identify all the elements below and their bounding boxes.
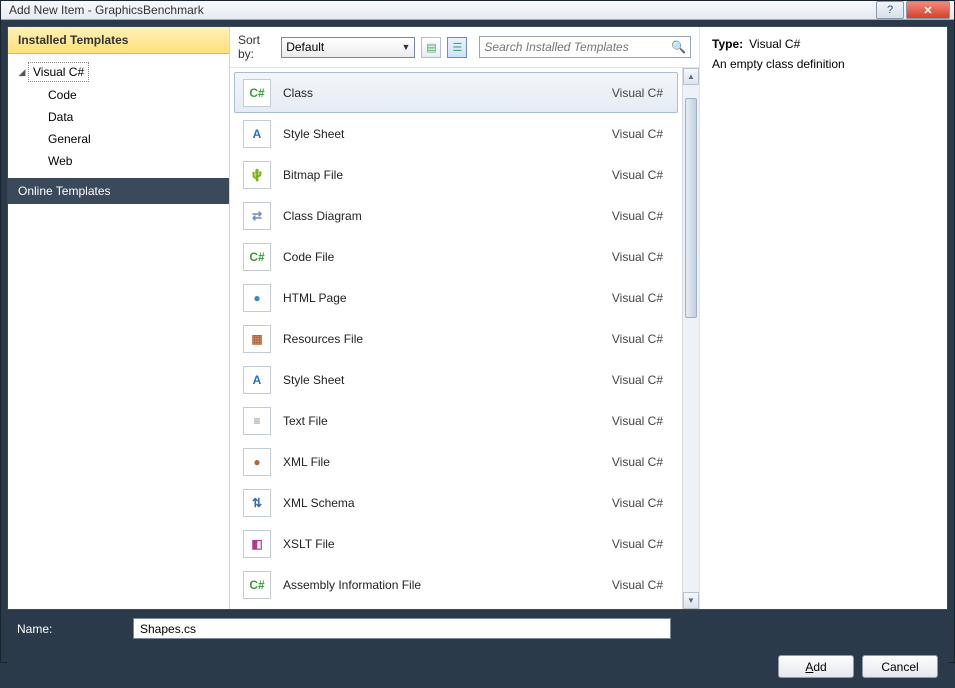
template-language: Visual C# <box>612 455 669 469</box>
template-name: Resources File <box>283 332 612 346</box>
template-name: Code File <box>283 250 612 264</box>
template-language: Visual C# <box>612 537 669 551</box>
template-name: Text File <box>283 414 612 428</box>
template-name: Assembly Information File <box>283 578 612 592</box>
scroll-down-button[interactable]: ▼ <box>683 592 699 609</box>
name-label: Name: <box>17 622 113 636</box>
installed-templates-header: Installed Templates <box>8 27 229 54</box>
window-title: Add New Item - GraphicsBenchmark <box>5 3 874 17</box>
template-language: Visual C# <box>612 86 669 100</box>
online-templates[interactable]: Online Templates <box>8 178 229 204</box>
template-icon: A <box>243 366 271 394</box>
center-panel: Sort by: Default ▼ ▤ ☰ 🔍 C#ClassVisual C… <box>230 27 699 609</box>
template-item[interactable]: C# Assembly Information FileVisual C# <box>234 564 678 605</box>
name-input[interactable] <box>133 618 671 639</box>
template-name: HTML Page <box>283 291 612 305</box>
list-wrap: C#ClassVisual C#AStyle SheetVisual C#🌵Bi… <box>230 68 699 609</box>
template-item[interactable]: 🌵 Bitmap FileVisual C# <box>234 154 678 195</box>
template-name: XSLT File <box>283 537 612 551</box>
help-button[interactable]: ? <box>876 1 904 19</box>
template-item[interactable]: ⇅ XML SchemaVisual C# <box>234 482 678 523</box>
template-item[interactable]: C# Code FileVisual C# <box>234 236 678 277</box>
details-type-value: Visual C# <box>749 37 800 51</box>
details-description: An empty class definition <box>712 57 935 71</box>
close-button[interactable]: ✕ <box>906 1 950 19</box>
medium-icons-button[interactable]: ☰ <box>447 37 467 58</box>
template-name: Style Sheet <box>283 373 612 387</box>
sort-by-label: Sort by: <box>238 33 275 61</box>
template-icon: ▦ <box>243 325 271 353</box>
sidebar: Installed Templates ◢ Visual C# Code Dat… <box>8 27 230 609</box>
name-row: Name: <box>7 610 948 647</box>
template-language: Visual C# <box>612 291 669 305</box>
tree-children: Code Data General Web <box>16 84 229 172</box>
expander-icon[interactable]: ◢ <box>16 67 28 78</box>
cancel-button[interactable]: Cancel <box>862 655 938 678</box>
template-item[interactable]: ● XML FileVisual C# <box>234 441 678 482</box>
tree-node-general[interactable]: General <box>44 128 229 150</box>
tree-node-web[interactable]: Web <box>44 150 229 172</box>
details-type-row: Type: Visual C# <box>712 37 935 51</box>
template-icon: ● <box>243 448 271 476</box>
details-type-label: Type: <box>712 37 743 51</box>
search-input[interactable] <box>484 40 671 54</box>
template-icon: C# <box>243 571 271 599</box>
template-name: Style Sheet <box>283 127 612 141</box>
template-icon: ≡ <box>243 407 271 435</box>
template-icon: 🌵 <box>243 161 271 189</box>
tree-node-code[interactable]: Code <box>44 84 229 106</box>
toolbar: Sort by: Default ▼ ▤ ☰ 🔍 <box>230 27 699 68</box>
scroll-thumb[interactable] <box>685 98 697 318</box>
template-icon: ⇅ <box>243 489 271 517</box>
tree-node-data[interactable]: Data <box>44 106 229 128</box>
template-language: Visual C# <box>612 250 669 264</box>
sort-value: Default <box>286 40 324 54</box>
template-language: Visual C# <box>612 332 669 346</box>
scroll-up-button[interactable]: ▲ <box>683 68 699 85</box>
add-button[interactable]: Add <box>778 655 854 678</box>
small-icons-button[interactable]: ▤ <box>421 37 441 58</box>
template-icon: ⇄ <box>243 202 271 230</box>
template-language: Visual C# <box>612 127 669 141</box>
template-tree: ◢ Visual C# Code Data General Web <box>8 54 229 178</box>
template-icon: ◧ <box>243 530 271 558</box>
template-item[interactable]: ⇄ Class DiagramVisual C# <box>234 195 678 236</box>
search-icon[interactable]: 🔍 <box>671 40 686 54</box>
template-name: Class <box>283 86 612 100</box>
sort-by-select[interactable]: Default ▼ <box>281 37 415 58</box>
template-item[interactable]: ◧ XSLT FileVisual C# <box>234 523 678 564</box>
template-item[interactable]: ≡ Text FileVisual C# <box>234 400 678 441</box>
tree-label: Visual C# <box>28 62 89 82</box>
template-name: Bitmap File <box>283 168 612 182</box>
template-language: Visual C# <box>612 168 669 182</box>
main-area: Installed Templates ◢ Visual C# Code Dat… <box>7 26 948 610</box>
template-language: Visual C# <box>612 496 669 510</box>
template-item[interactable]: A Style SheetVisual C# <box>234 359 678 400</box>
dialog-window: Add New Item - GraphicsBenchmark ? ✕ Ins… <box>0 0 955 663</box>
tree-node-visual-csharp[interactable]: ◢ Visual C# <box>16 60 229 84</box>
template-language: Visual C# <box>612 209 669 223</box>
template-item[interactable]: ▦ Resources FileVisual C# <box>234 318 678 359</box>
template-icon: A <box>243 120 271 148</box>
template-name: XML Schema <box>283 496 612 510</box>
template-language: Visual C# <box>612 373 669 387</box>
scrollbar[interactable]: ▲ ▼ <box>682 68 699 609</box>
template-language: Visual C# <box>612 414 669 428</box>
template-item[interactable]: A Style SheetVisual C# <box>234 113 678 154</box>
template-item[interactable]: C# ClassVisual C# <box>234 72 678 113</box>
chevron-down-icon: ▼ <box>401 42 410 52</box>
template-name: XML File <box>283 455 612 469</box>
template-item[interactable]: ● HTML PageVisual C# <box>234 277 678 318</box>
template-icon: C# <box>243 79 271 107</box>
template-language: Visual C# <box>612 578 669 592</box>
template-icon: C# <box>243 243 271 271</box>
templates-list[interactable]: C#ClassVisual C#AStyle SheetVisual C#🌵Bi… <box>230 68 682 609</box>
template-icon: ● <box>243 284 271 312</box>
titlebar: Add New Item - GraphicsBenchmark ? ✕ <box>1 1 954 20</box>
button-row: Add Cancel <box>7 647 948 688</box>
dialog-body: Installed Templates ◢ Visual C# Code Dat… <box>7 26 948 688</box>
template-name: Class Diagram <box>283 209 612 223</box>
search-box[interactable]: 🔍 <box>479 36 691 58</box>
details-panel: Type: Visual C# An empty class definitio… <box>699 27 947 609</box>
